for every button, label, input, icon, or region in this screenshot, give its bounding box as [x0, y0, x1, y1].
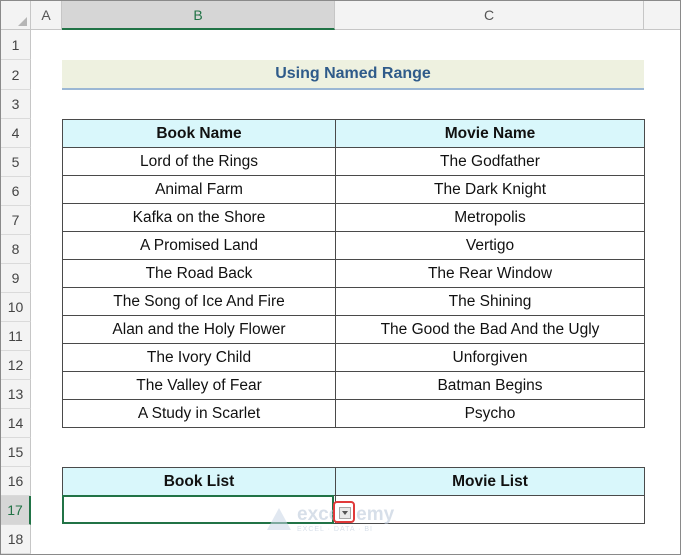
table-row: The Valley of Fear Batman Begins: [62, 371, 645, 400]
movie-cell[interactable]: The Dark Knight: [335, 175, 645, 204]
select-all-corner[interactable]: [1, 1, 31, 30]
row-header[interactable]: 13: [1, 380, 31, 409]
row-header[interactable]: 2: [1, 60, 31, 90]
row-header[interactable]: 4: [1, 119, 31, 148]
row-header[interactable]: 7: [1, 206, 31, 235]
table-row: Kafka on the Shore Metropolis: [62, 203, 645, 232]
header-movie-name[interactable]: Movie Name: [335, 119, 645, 148]
table-row: The Song of Ice And Fire The Shining: [62, 287, 645, 316]
table-row: The Road Back The Rear Window: [62, 259, 645, 288]
exceldemy-watermark: exceldemy EXCEL · DATA · BI: [267, 505, 394, 533]
dropdown-arrow-icon: [342, 511, 348, 515]
column-header-c[interactable]: C: [335, 1, 644, 30]
column-header-a[interactable]: A: [31, 1, 62, 30]
row-header[interactable]: 6: [1, 177, 31, 206]
book-cell[interactable]: Alan and the Holy Flower: [62, 315, 336, 344]
book-cell[interactable]: A Promised Land: [62, 231, 336, 260]
book-cell[interactable]: A Study in Scarlet: [62, 399, 336, 428]
column-header-b[interactable]: B: [62, 1, 335, 30]
row-header[interactable]: 16: [1, 467, 31, 496]
header-movie-list[interactable]: Movie List: [335, 467, 645, 496]
table-row: A Promised Land Vertigo: [62, 231, 645, 260]
spreadsheet-window: A B C 1 2 3 4 5 6 7 8 9 10 11 12 13 14 1…: [0, 0, 681, 555]
table-header-row: Book Name Movie Name: [62, 119, 645, 148]
row-header[interactable]: 1: [1, 30, 31, 60]
row-header[interactable]: 8: [1, 235, 31, 264]
book-cell[interactable]: The Road Back: [62, 259, 336, 288]
movie-cell[interactable]: The Good the Bad And the Ugly: [335, 315, 645, 344]
book-cell[interactable]: The Valley of Fear: [62, 371, 336, 400]
table-row: A Study in Scarlet Psycho: [62, 399, 645, 428]
book-cell[interactable]: Animal Farm: [62, 175, 336, 204]
header-book-list[interactable]: Book List: [62, 467, 336, 496]
row-header-selected[interactable]: 17: [1, 496, 31, 525]
header-book-name[interactable]: Book Name: [62, 119, 336, 148]
watermark-subtext: EXCEL · DATA · BI: [297, 526, 373, 533]
movie-cell[interactable]: The Rear Window: [335, 259, 645, 288]
movie-cell[interactable]: The Shining: [335, 287, 645, 316]
column-header-blank: [644, 1, 680, 30]
row-header[interactable]: 10: [1, 293, 31, 322]
list-header-row: Book List Movie List: [62, 467, 645, 496]
book-cell[interactable]: The Ivory Child: [62, 343, 336, 372]
row-header[interactable]: 9: [1, 264, 31, 293]
movie-cell[interactable]: Metropolis: [335, 203, 645, 232]
movie-cell[interactable]: Batman Begins: [335, 371, 645, 400]
exceldemy-logo-icon: [267, 508, 291, 530]
movie-cell[interactable]: The Godfather: [335, 147, 645, 176]
row-header[interactable]: 12: [1, 351, 31, 380]
row-header[interactable]: 15: [1, 438, 31, 467]
row-header[interactable]: 18: [1, 525, 31, 554]
book-movie-table: Book Name Movie Name Lord of the Rings T…: [62, 119, 645, 428]
table-row: The Ivory Child Unforgiven: [62, 343, 645, 372]
book-cell[interactable]: The Song of Ice And Fire: [62, 287, 336, 316]
row-header[interactable]: 5: [1, 148, 31, 177]
movie-cell[interactable]: Unforgiven: [335, 343, 645, 372]
movie-cell[interactable]: Vertigo: [335, 231, 645, 260]
book-cell[interactable]: Lord of the Rings: [62, 147, 336, 176]
movie-cell[interactable]: Psycho: [335, 399, 645, 428]
row-header[interactable]: 14: [1, 409, 31, 438]
table-row: Alan and the Holy Flower The Good the Ba…: [62, 315, 645, 344]
table-row: Animal Farm The Dark Knight: [62, 175, 645, 204]
title-cell[interactable]: Using Named Range: [62, 60, 644, 90]
dropdown-button[interactable]: [333, 501, 355, 523]
row-header[interactable]: 11: [1, 322, 31, 351]
row-header[interactable]: 3: [1, 90, 31, 119]
book-cell[interactable]: Kafka on the Shore: [62, 203, 336, 232]
table-row: Lord of the Rings The Godfather: [62, 147, 645, 176]
